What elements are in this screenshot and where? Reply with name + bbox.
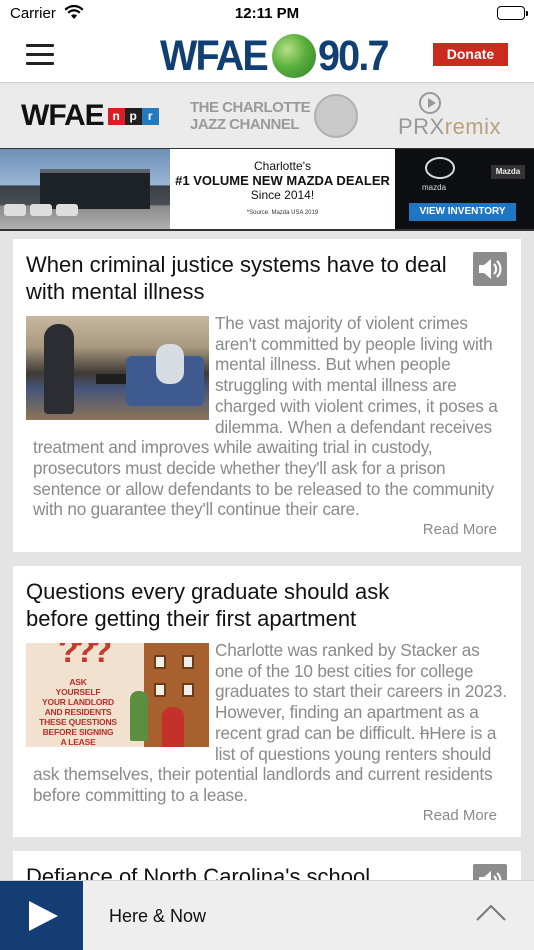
chevron-up-icon[interactable]: [476, 898, 506, 928]
play-button[interactable]: [0, 881, 83, 950]
app-header: WFAE 90.7 Donate: [0, 28, 534, 83]
story-card[interactable]: When criminal justice systems have to de…: [13, 239, 521, 552]
wfae-logo: WFAE 90.7: [160, 32, 394, 80]
ad-dealership-photo: [0, 149, 170, 229]
view-inventory-button[interactable]: VIEW INVENTORY: [409, 203, 516, 221]
prx-prefix: PRX: [398, 114, 445, 139]
now-playing-title[interactable]: Here & Now: [109, 906, 206, 927]
jazz-line-1: THE CHARLOTTE: [190, 99, 311, 116]
thumbnail-caption: ASK YOURSELF YOUR LANDLORD AND RESIDENTS…: [39, 677, 117, 747]
ad-line-3: Since 2014!: [250, 188, 315, 202]
story-thumbnail[interactable]: [26, 316, 209, 420]
donate-button[interactable]: Donate: [433, 43, 508, 66]
mini-player: Here & Now: [0, 880, 534, 950]
mazda-logo-icon: [425, 157, 455, 179]
station-prx-remix[interactable]: PRXremix: [398, 84, 501, 148]
prx-play-icon: [418, 92, 441, 114]
battery-icon: [497, 6, 528, 20]
speaker-icon[interactable]: [473, 252, 507, 286]
station-jazz-channel[interactable]: THE CHARLOTTE JAZZ CHANNEL: [190, 84, 359, 148]
status-bar: Carrier 12:11 PM: [0, 0, 534, 28]
ad-source: *Source: Mazda USA 2019: [246, 210, 319, 216]
globe-icon: [272, 34, 317, 78]
logo-text-left: WFAE: [160, 31, 269, 80]
read-more-link[interactable]: Read More: [423, 807, 497, 824]
station-wfae-label: WFAE: [21, 99, 105, 132]
npr-logo: n p r: [107, 107, 159, 125]
story-title[interactable]: When criminal justice systems have to de…: [26, 251, 456, 305]
story-title[interactable]: Questions every graduate should ask befo…: [26, 578, 456, 632]
mazda-wordmark: mazda: [422, 183, 447, 192]
station-switcher: WFAE n p r THE CHARLOTTE JAZZ CHANNEL PR…: [0, 84, 534, 148]
mazda-badge: Mazda: [491, 165, 525, 179]
clock: 12:11 PM: [234, 5, 300, 22]
read-more-link[interactable]: Read More: [423, 521, 497, 538]
ad-line-2: #1 VOLUME NEW MAZDA DEALER: [175, 173, 390, 188]
menu-icon[interactable]: [26, 44, 54, 66]
story-card[interactable]: Questions every graduate should ask befo…: [13, 566, 521, 837]
jazz-line-2: JAZZ CHANNEL: [190, 116, 300, 133]
logo-text-right: 90.7: [318, 31, 389, 80]
jazz-logo-icon: [314, 94, 359, 138]
struck-character: h: [419, 722, 430, 743]
prx-suffix: remix: [444, 114, 502, 139]
ad-line-1: Charlotte's: [254, 159, 311, 173]
story-thumbnail[interactable]: ??? ASK YOURSELF YOUR LANDLORD AND RESID…: [26, 643, 209, 747]
station-wfae-npr[interactable]: WFAE n p r: [21, 84, 159, 148]
ad-banner[interactable]: Charlotte's #1 VOLUME NEW MAZDA DEALER S…: [0, 148, 534, 231]
